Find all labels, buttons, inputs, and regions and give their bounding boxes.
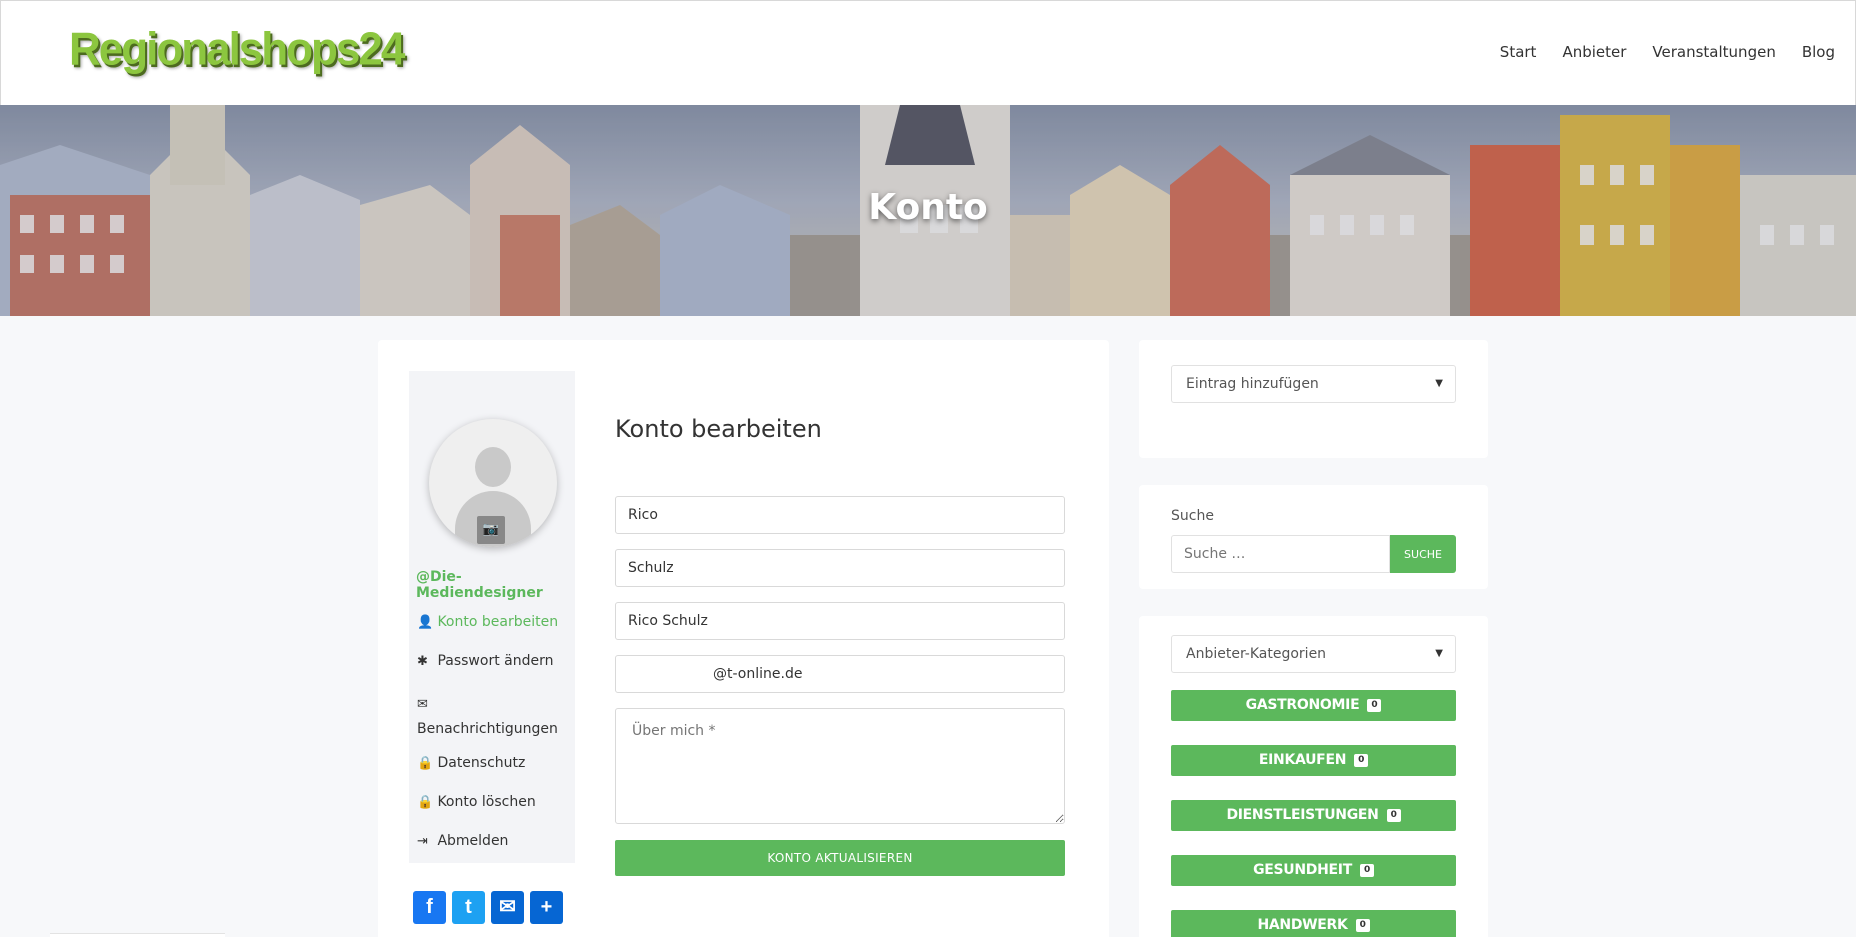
menu-label: Datenschutz <box>437 755 526 771</box>
site-header: Regionalshops24 Start Anbieter Veranstal… <box>0 0 1856 105</box>
email-field[interactable]: @t-online.de <box>615 655 1065 693</box>
form-title: Konto bearbeiten <box>615 415 822 443</box>
user-icon: 👤 <box>417 615 434 630</box>
update-account-button[interactable]: KONTO AKTUALISIEREN <box>615 840 1065 876</box>
menu-label: Konto löschen <box>437 794 536 810</box>
search-label: Suche <box>1171 508 1214 524</box>
category-count: 0 <box>1355 919 1370 932</box>
menu-benachrichtigungen[interactable]: ✉ Benachrichtigungen <box>417 692 558 741</box>
menu-passwort-aendern[interactable]: ✱ Passwort ändern <box>417 653 553 669</box>
email-icon[interactable]: ✉ <box>491 891 524 924</box>
share-plus-icon[interactable]: + <box>530 891 563 924</box>
lock-icon: 🔒 <box>417 756 434 771</box>
categories-select[interactable]: Anbieter-Kategorien ▼ <box>1171 635 1456 673</box>
select-value: Eintrag hinzufügen <box>1186 376 1319 392</box>
page-title: Konto <box>868 187 988 228</box>
bottom-widget-edge <box>50 933 225 937</box>
caret-down-icon: ▼ <box>1435 378 1443 389</box>
category-label: HANDWERK <box>1257 917 1348 933</box>
category-count: 0 <box>1386 809 1401 822</box>
search-input[interactable] <box>1171 535 1390 573</box>
sign-out-icon: ⇥ <box>417 834 428 849</box>
category-label: GESUNDHEIT <box>1253 862 1352 878</box>
nav-blog[interactable]: Blog <box>1802 43 1835 61</box>
envelope-icon: ✉ <box>417 697 428 712</box>
twitter-icon[interactable]: t <box>452 891 485 924</box>
facebook-icon[interactable]: f <box>413 891 446 924</box>
menu-konto-bearbeiten[interactable]: 👤 Konto bearbeiten <box>417 614 558 630</box>
categories-widget: Anbieter-Kategorien ▼ GASTRONOMIE 0 EINKA… <box>1139 616 1488 937</box>
add-entry-select[interactable]: Eintrag hinzufügen ▼ <box>1171 365 1456 403</box>
about-me-textarea[interactable] <box>615 708 1065 824</box>
category-dienstleistungen[interactable]: DIENSTLEISTUNGEN 0 <box>1171 800 1456 831</box>
category-einkaufen[interactable]: EINKAUFEN 0 <box>1171 745 1456 776</box>
account-card: 📷 @Die-Mediendesigner 👤 Konto bearbeiten… <box>378 340 1109 937</box>
category-label: EINKAUFEN <box>1258 752 1347 768</box>
add-entry-widget: Eintrag hinzufügen ▼ <box>1139 340 1488 458</box>
search-widget: Suche SUCHE <box>1139 485 1488 589</box>
category-count: 0 <box>1367 699 1382 712</box>
category-gastronomie[interactable]: GASTRONOMIE 0 <box>1171 690 1456 721</box>
nav-anbieter[interactable]: Anbieter <box>1562 43 1626 61</box>
lock-icon: 🔒 <box>417 795 434 810</box>
category-gesundheit[interactable]: GESUNDHEIT 0 <box>1171 855 1456 886</box>
avatar-placeholder-head <box>475 447 511 487</box>
menu-datenschutz[interactable]: 🔒 Datenschutz <box>417 755 525 771</box>
hero-banner: Konto <box>0 105 1856 316</box>
menu-label: Benachrichtigungen <box>417 721 558 737</box>
menu-konto-loeschen[interactable]: 🔒 Konto löschen <box>417 794 536 810</box>
nav-veranstaltungen[interactable]: Veranstaltungen <box>1652 43 1775 61</box>
category-handwerk[interactable]: HANDWERK 0 <box>1171 910 1456 937</box>
select-value: Anbieter-Kategorien <box>1186 646 1327 662</box>
menu-abmelden[interactable]: ⇥ Abmelden <box>417 833 508 849</box>
search-button[interactable]: SUCHE <box>1390 535 1456 573</box>
category-label: GASTRONOMIE <box>1245 697 1360 713</box>
site-logo[interactable]: Regionalshops24 <box>69 24 405 77</box>
main-nav: Start Anbieter Veranstaltungen Blog <box>1500 43 1835 61</box>
menu-label: Konto bearbeiten <box>437 614 559 630</box>
account-sidebar: 📷 @Die-Mediendesigner 👤 Konto bearbeiten… <box>409 371 575 863</box>
share-buttons: f t ✉ + <box>413 891 563 924</box>
first-name-field[interactable]: Rico <box>615 496 1065 534</box>
caret-down-icon: ▼ <box>1435 648 1443 659</box>
menu-label: Abmelden <box>437 833 509 849</box>
last-name-field[interactable]: Schulz <box>615 549 1065 587</box>
category-count: 0 <box>1354 754 1369 767</box>
username: @Die-Mediendesigner <box>416 569 543 601</box>
nav-start[interactable]: Start <box>1500 43 1537 61</box>
menu-label: Passwort ändern <box>437 653 554 669</box>
asterisk-icon: ✱ <box>417 654 428 669</box>
category-label: DIENSTLEISTUNGEN <box>1226 807 1379 823</box>
category-count: 0 <box>1359 864 1374 877</box>
display-name-field[interactable]: Rico Schulz <box>615 602 1065 640</box>
camera-icon[interactable]: 📷 <box>477 516 505 544</box>
